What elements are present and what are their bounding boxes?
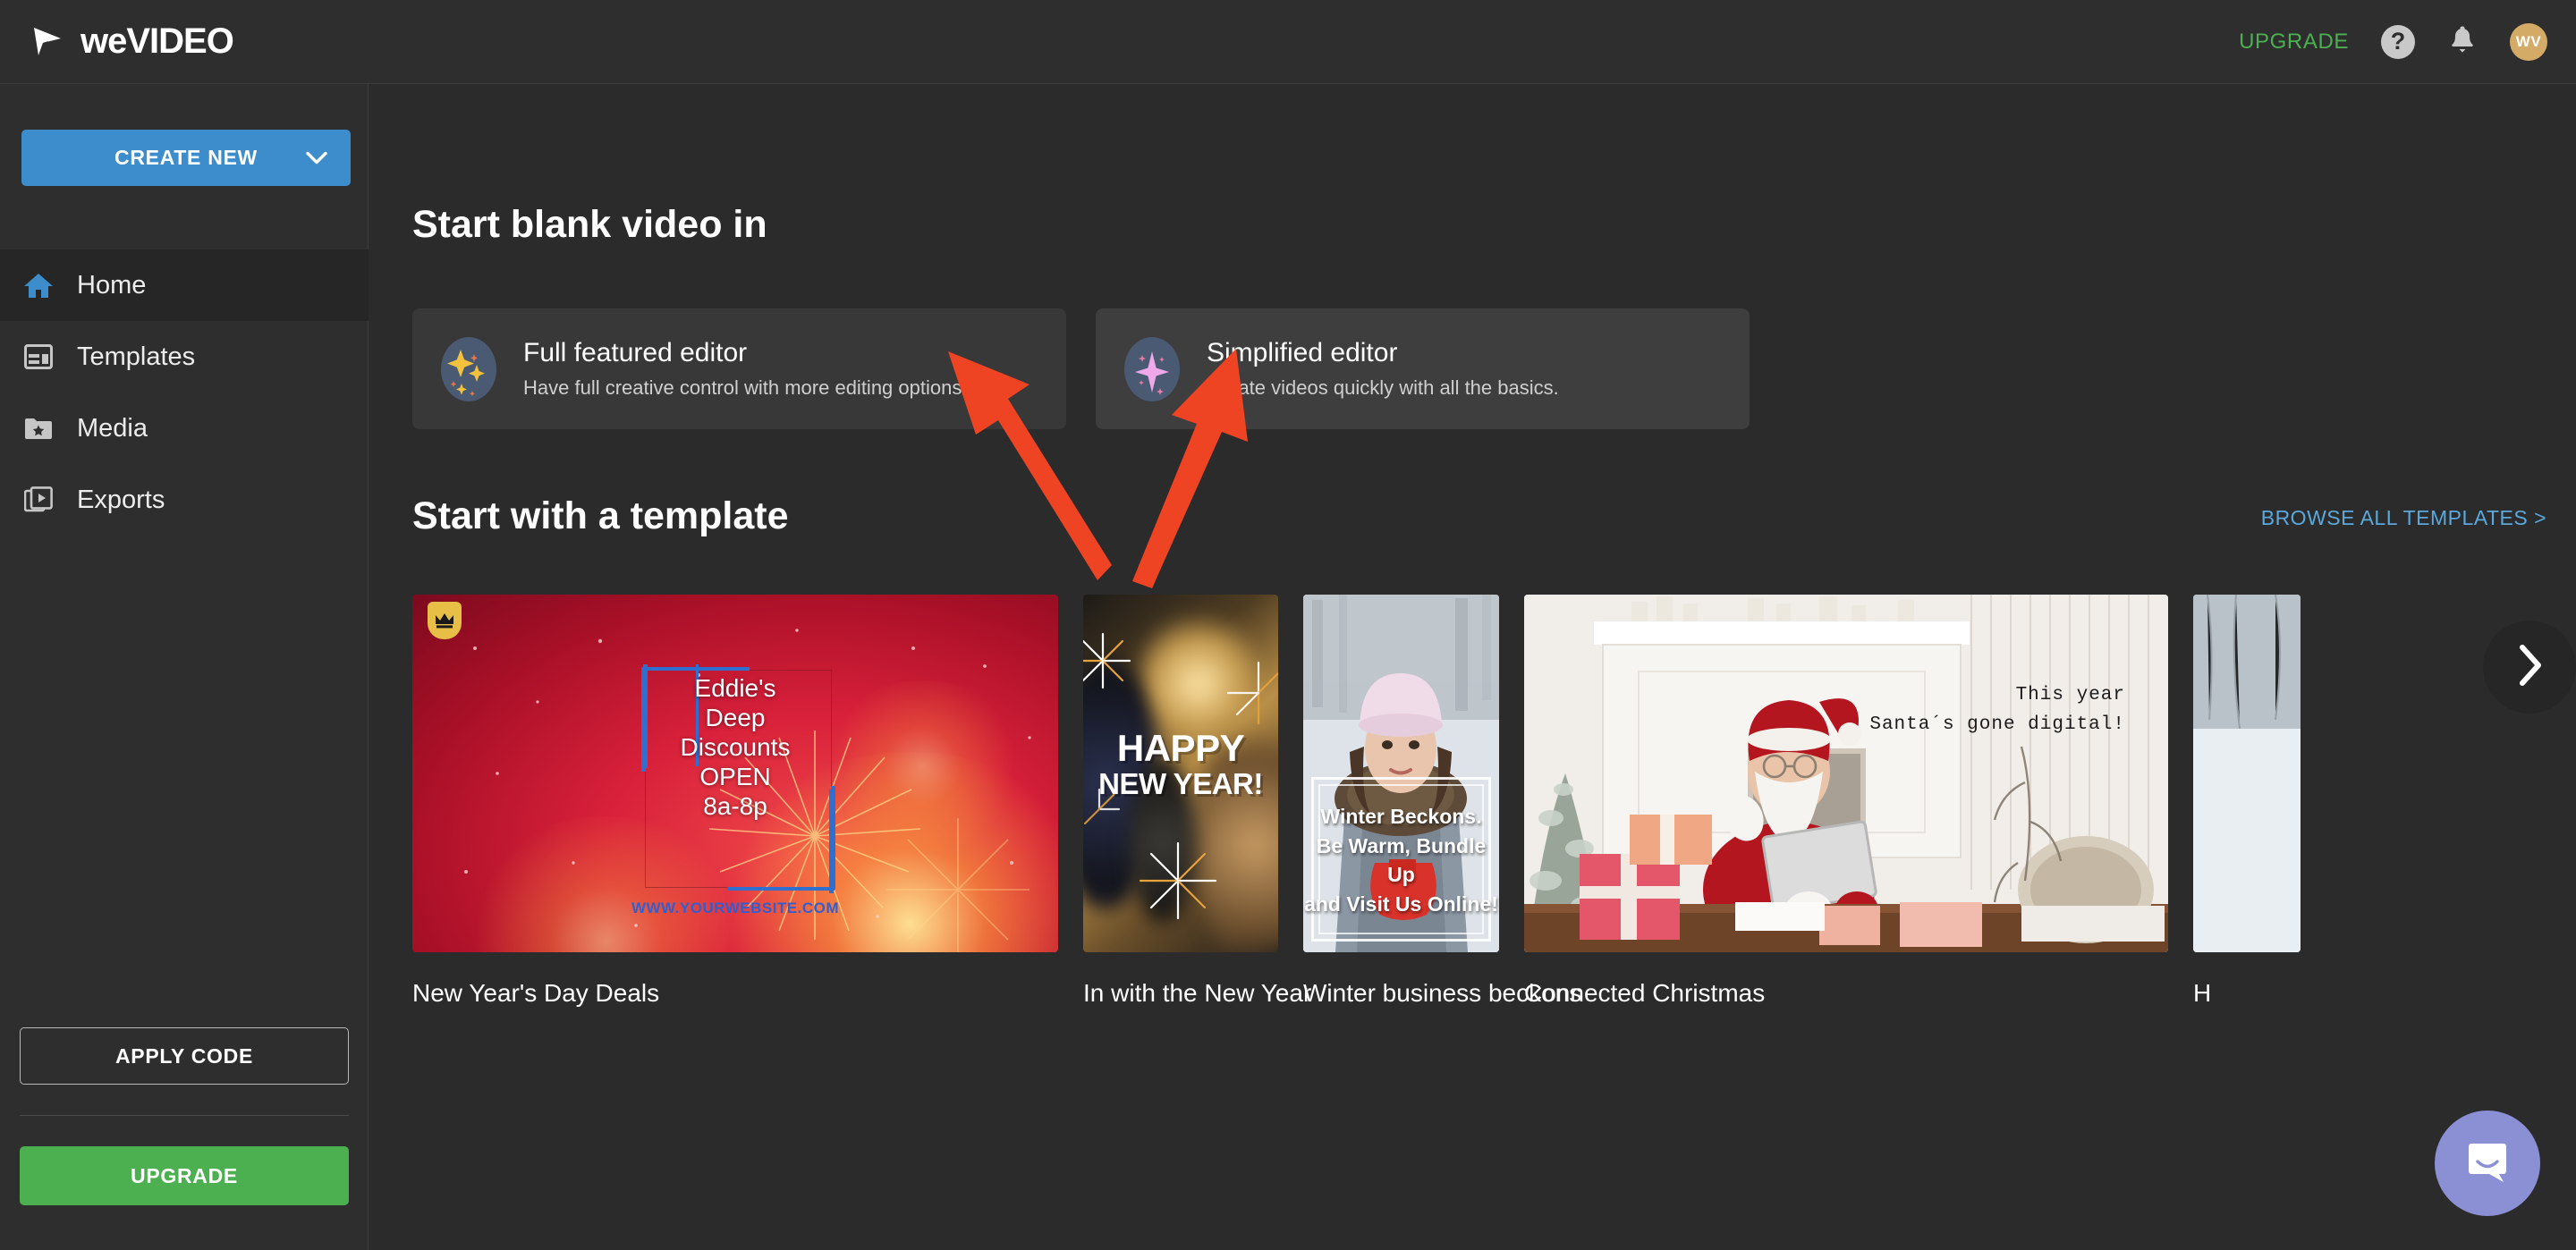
sidebar: CREATE NEW Home Templates [0, 84, 369, 1250]
template-overlay-line: NEW YEAR! [1083, 770, 1278, 798]
template-card[interactable]: Winter Beckons. Be Warm, Bundle Up and V… [1303, 595, 1499, 1008]
sidebar-item-label: Templates [77, 342, 195, 372]
top-bar: weVIDEO UPGRADE ? WV [0, 0, 2576, 84]
template-thumbnail[interactable] [2193, 595, 2301, 952]
folder-star-icon [23, 413, 54, 443]
apply-code-button[interactable]: APPLY CODE [20, 1027, 349, 1085]
editor-card-list: Full featured editor Have full creative … [412, 308, 1750, 429]
sidebar-divider [20, 1115, 349, 1116]
editor-subtitle: Have full creative control with more edi… [523, 376, 967, 400]
sidebar-item-exports[interactable]: Exports [0, 464, 369, 536]
chat-launcher-button[interactable] [2435, 1111, 2540, 1216]
full-featured-editor-card[interactable]: Full featured editor Have full creative … [412, 308, 1066, 429]
bell-icon[interactable] [2447, 26, 2478, 58]
template-overlay-line: Discounts [412, 732, 1058, 762]
sidebar-nav: Home Templates Media [0, 249, 369, 536]
play-triangle-logo-icon [27, 21, 68, 63]
pink-sparkle-icon [1124, 337, 1180, 401]
crown-icon [428, 602, 462, 639]
template-artwork [2193, 595, 2301, 952]
template-card[interactable]: H [2193, 595, 2301, 1008]
gold-sparkle-icon [441, 337, 496, 401]
template-card[interactable]: This year Santa´s gone digital! Connecte… [1524, 595, 2168, 1008]
template-thumbnail[interactable]: Winter Beckons. Be Warm, Bundle Up and V… [1303, 595, 1499, 952]
template-thumbnail[interactable]: Eddie's Deep Discounts OPEN 8a-8p WWW.YO… [412, 595, 1058, 952]
sidebar-item-label: Exports [77, 486, 165, 515]
template-title: In with the New Year [1083, 979, 1278, 1008]
template-artwork [1524, 595, 2168, 952]
chevron-down-icon [306, 146, 327, 170]
home-icon [23, 270, 54, 300]
template-title: H [2193, 979, 2301, 1008]
full-featured-editor-text: Full featured editor Have full creative … [523, 338, 967, 400]
create-new-button[interactable]: CREATE NEW [21, 130, 351, 186]
templates-icon [23, 342, 54, 372]
simplified-editor-text: Simplified editor Create videos quickly … [1207, 338, 1559, 400]
chat-bubble-icon [2463, 1137, 2512, 1190]
editor-subtitle: Create videos quickly with all the basic… [1207, 376, 1559, 400]
editor-title: Full featured editor [523, 338, 967, 368]
template-overlay-line: and Visit Us Online! [1303, 890, 1499, 919]
template-section-heading: Start with a template [412, 494, 789, 538]
question-mark-icon[interactable]: ? [2381, 25, 2415, 59]
sidebar-item-label: Home [77, 271, 146, 300]
simplified-editor-card[interactable]: Simplified editor Create videos quickly … [1096, 308, 1750, 429]
editor-title: Simplified editor [1207, 338, 1559, 368]
main-content: Start blank video in Full featured edito… [369, 84, 2576, 1250]
sidebar-item-label: Media [77, 414, 148, 443]
chevron-right-icon [2516, 644, 2543, 691]
template-overlay-line: OPEN [412, 762, 1058, 791]
carousel-next-button[interactable] [2483, 621, 2576, 714]
create-new-label: CREATE NEW [114, 146, 258, 170]
template-thumbnail[interactable]: This year Santa´s gone digital! [1524, 595, 2168, 952]
template-overlay-line: Santa´s gone digital! [1524, 711, 2125, 740]
sidebar-item-templates[interactable]: Templates [0, 321, 369, 393]
app-logo[interactable]: weVIDEO [27, 21, 233, 63]
sidebar-footer: APPLY CODE UPGRADE [0, 1027, 369, 1205]
template-overlay-line: HAPPY [1083, 731, 1278, 766]
template-title: Winter business beckons [1303, 979, 1499, 1008]
template-carousel[interactable]: Eddie's Deep Discounts OPEN 8a-8p WWW.YO… [412, 595, 2576, 1008]
template-card[interactable]: Eddie's Deep Discounts OPEN 8a-8p WWW.YO… [412, 595, 1058, 1008]
template-card[interactable]: HAPPY NEW YEAR! In with the New Year [1083, 595, 1278, 1008]
top-bar-actions: UPGRADE ? WV [2239, 23, 2547, 61]
template-overlay-line: Deep [412, 703, 1058, 732]
sidebar-item-home[interactable]: Home [0, 249, 369, 321]
template-overlay-url: WWW.YOURWEBSITE.COM [412, 899, 1058, 917]
upgrade-link[interactable]: UPGRADE [2239, 30, 2349, 55]
blank-video-heading: Start blank video in [412, 203, 767, 247]
sidebar-upgrade-button[interactable]: UPGRADE [20, 1146, 349, 1205]
template-overlay-line: Be Warm, Bundle Up [1303, 832, 1499, 890]
template-overlay-line: Winter Beckons. [1303, 802, 1499, 832]
sidebar-item-media[interactable]: Media [0, 393, 369, 464]
template-overlay-line: This year [1524, 681, 2125, 711]
template-overlay-line: 8a-8p [412, 791, 1058, 821]
template-title: Connected Christmas [1524, 979, 2168, 1008]
avatar[interactable]: WV [2510, 23, 2547, 61]
template-overlay-line: Eddie's [412, 673, 1058, 703]
template-thumbnail[interactable]: HAPPY NEW YEAR! [1083, 595, 1278, 952]
template-title: New Year's Day Deals [412, 979, 1058, 1008]
logo-text: weVIDEO [80, 21, 233, 62]
exports-play-icon [23, 485, 54, 515]
browse-all-templates-link[interactable]: BROWSE ALL TEMPLATES > [2261, 506, 2546, 530]
